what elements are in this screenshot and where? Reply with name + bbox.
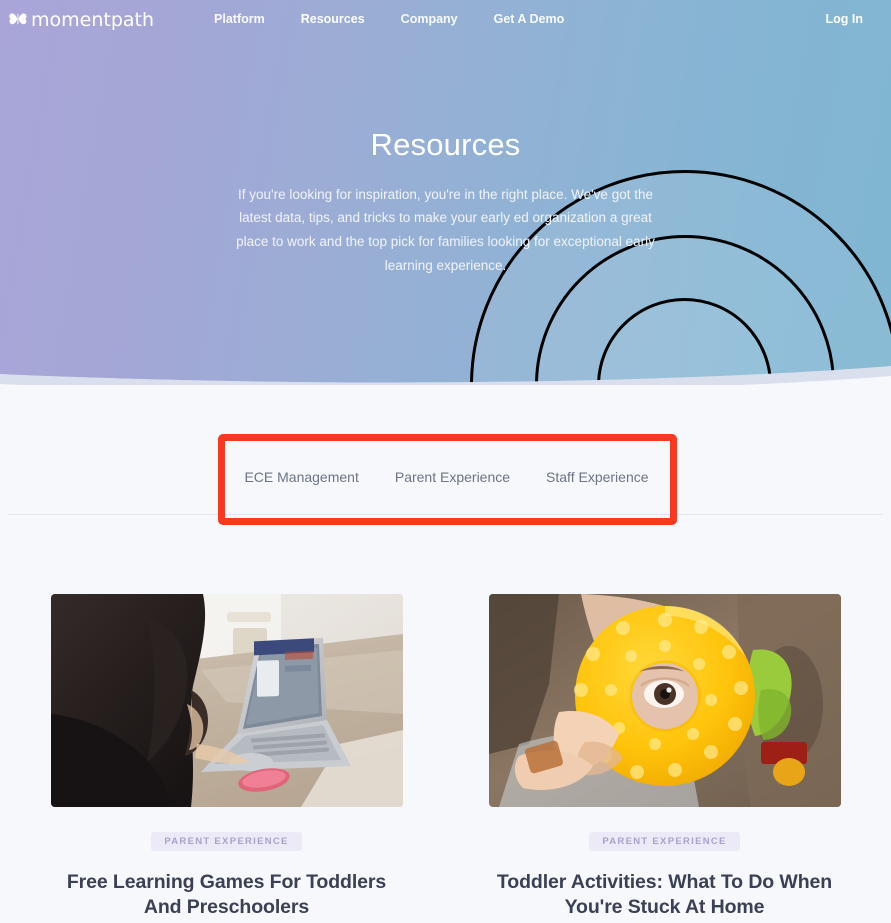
article-card-grid: Parent Experience Free Learning Games Fo…: [0, 594, 891, 920]
nav-link-resources[interactable]: Resources: [283, 12, 383, 26]
nav-right-group: Log In: [826, 10, 864, 28]
article-thumbnail-girl-with-laptop[interactable]: [50, 594, 403, 807]
card-title[interactable]: Toddler Activities: What To Do When You'…: [495, 870, 835, 920]
decorative-ring-inner: [597, 298, 772, 385]
hero-content: Resources If you're looking for inspirat…: [0, 0, 891, 277]
login-link[interactable]: Log In: [826, 12, 864, 26]
page-title: Resources: [370, 127, 521, 162]
top-navigation-bar: momentpath Platform Resources Company Ge…: [0, 0, 891, 38]
tab-staff-experience[interactable]: Staff Experience: [528, 469, 666, 485]
category-filter-bar: ECE Management Parent Experience Staff E…: [0, 440, 891, 530]
section-divider: [8, 514, 883, 515]
card-title[interactable]: Free Learning Games For Toddlers And Pre…: [57, 870, 397, 920]
brand-name: momentpath: [31, 8, 155, 31]
nav-link-platform[interactable]: Platform: [196, 12, 283, 26]
tab-parent-experience[interactable]: Parent Experience: [377, 469, 528, 485]
butterfly-icon: [8, 9, 28, 29]
nav-link-get-a-demo[interactable]: Get A Demo: [476, 12, 583, 26]
card-category-badge[interactable]: Parent Experience: [151, 832, 302, 851]
article-thumbnail-toddler-with-ring-toy[interactable]: [488, 594, 841, 807]
category-tab-list: ECE Management Parent Experience Staff E…: [0, 440, 891, 514]
nav-link-company[interactable]: Company: [383, 12, 476, 26]
tab-ece-management[interactable]: ECE Management: [224, 469, 376, 485]
brand-logo[interactable]: momentpath: [8, 9, 154, 29]
hero-subtitle: If you're looking for inspiration, you'r…: [236, 186, 655, 273]
article-card[interactable]: Parent Experience Free Learning Games Fo…: [50, 594, 403, 920]
primary-nav-links: Platform Resources Company Get A Demo: [196, 12, 582, 26]
card-category-badge[interactable]: Parent Experience: [589, 832, 740, 851]
article-card[interactable]: Parent Experience Toddler Activities: Wh…: [488, 594, 841, 920]
